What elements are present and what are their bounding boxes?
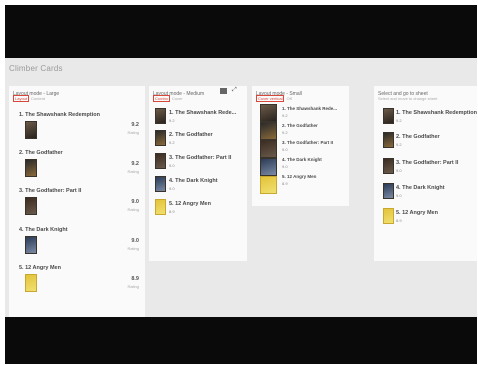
- rating-label: Rating: [127, 130, 139, 135]
- movie-title: 2. The Godfather: [169, 132, 213, 138]
- movie-poster: [383, 183, 394, 199]
- movie-rating: 9.2: [396, 118, 402, 123]
- movie-poster: [155, 108, 166, 124]
- movie-title: 2. The Godfather: [282, 123, 318, 128]
- movie-poster: [260, 122, 277, 140]
- panel-subtitle: Combo Cover: [153, 95, 183, 102]
- rating-label: Rating: [127, 207, 139, 212]
- highlighted-tag: Layout: [13, 95, 30, 102]
- movie-poster: [383, 108, 394, 124]
- rating-label: Rating: [127, 169, 139, 174]
- movie-title: 1. The Shawshank Rede...: [282, 106, 338, 111]
- movie-poster: [155, 199, 166, 215]
- movie-title: 5. 12 Angry Men: [169, 201, 211, 207]
- app-canvas: Climber Cards Layout mode - Large Layout…: [5, 58, 477, 317]
- movie-rating: 9.0: [169, 163, 175, 168]
- expand-icon[interactable]: ⤢: [232, 87, 237, 94]
- subtitle-text: Off: [286, 96, 292, 101]
- panel-subtitle: Cover vertical Off: [256, 95, 292, 102]
- movie-poster: [383, 208, 394, 224]
- movie-title: 4. The Dark Knight: [169, 178, 218, 184]
- panel-subtitle: Select and move to change sheet: [378, 96, 438, 101]
- subtitle-text: Cover: [171, 96, 183, 101]
- movie-title: 1. The Shawshank Redemption: [396, 110, 477, 116]
- movie-title: 1. The Shawshank Rede...: [169, 110, 237, 116]
- chart-icon[interactable]: [220, 88, 227, 94]
- movie-rating: 9.2: [282, 113, 288, 118]
- movie-title: 5. 12 Angry Men: [19, 265, 61, 271]
- movie-rating: 9.2: [169, 118, 175, 123]
- movie-rating: 9.0: [131, 238, 139, 244]
- movie-rating: 9.2: [396, 142, 402, 147]
- subtitle-text: Content: [31, 96, 46, 101]
- movie-poster: [25, 121, 37, 139]
- movie-title: 1. The Shawshank Redemption: [19, 112, 100, 118]
- movie-poster: [260, 104, 277, 122]
- movie-rating: 8.9: [131, 276, 139, 282]
- movie-rating: 9.0: [396, 193, 402, 198]
- movie-poster: [155, 176, 166, 192]
- movie-title: 5. 12 Angry Men: [282, 174, 317, 179]
- panel-subtitle: Layout Content: [13, 95, 46, 102]
- movie-title: 4. The Dark Knight: [396, 185, 445, 191]
- movie-rating: 9.0: [396, 168, 402, 173]
- movie-rating: 9.2: [169, 140, 175, 145]
- movie-title: 2. The Godfather: [19, 150, 63, 156]
- movie-title: 3. The Godfather: Part II: [282, 140, 334, 145]
- movie-title: 5. 12 Angry Men: [396, 210, 438, 216]
- movie-poster: [260, 140, 277, 158]
- app-title: Climber Cards: [9, 64, 63, 73]
- rating-label: Rating: [127, 284, 139, 289]
- panel-sheet[interactable]: Select and go to sheet Select and move t…: [374, 86, 477, 261]
- movie-poster: [25, 197, 37, 215]
- movie-poster: [155, 153, 166, 169]
- movie-rating: 9.2: [131, 122, 139, 128]
- movie-rating: 9.0: [282, 164, 288, 169]
- panel-medium[interactable]: Layout mode - Medium ⤢ Combo Cover 1. The…: [149, 86, 247, 261]
- movie-poster: [25, 274, 37, 292]
- movie-rating: 9.0: [282, 147, 288, 152]
- movie-poster: [383, 158, 394, 174]
- movie-rating: 8.9: [396, 218, 402, 223]
- panel-large[interactable]: Layout mode - Large Layout Content 1. The…: [9, 86, 145, 317]
- movie-title: 3. The Godfather: Part II: [19, 188, 82, 194]
- movie-title: 4. The Dark Knight: [19, 227, 68, 233]
- movie-title: 3. The Godfather: Part II: [396, 160, 459, 166]
- movie-poster: [383, 132, 394, 148]
- movie-rating: 9.0: [169, 186, 175, 191]
- movie-rating: 8.9: [169, 209, 175, 214]
- rating-label: Rating: [127, 246, 139, 251]
- movie-rating: 9.0: [131, 199, 139, 205]
- movie-poster: [25, 159, 37, 177]
- movie-poster: [260, 176, 277, 194]
- panel-small[interactable]: Layout mode - Small Cover vertical Off 1.…: [252, 86, 349, 206]
- highlighted-tag: Cover vertical: [256, 95, 285, 102]
- video-frame: Climber Cards Layout mode - Large Layout…: [5, 5, 477, 364]
- highlighted-tag: Combo: [153, 95, 170, 102]
- movie-poster: [25, 236, 37, 254]
- movie-title: 3. The Godfather: Part II: [169, 155, 232, 161]
- movie-poster: [260, 158, 277, 176]
- movie-title: 4. The Dark Knight: [282, 157, 322, 162]
- movie-rating: 9.2: [282, 130, 288, 135]
- movie-title: 2. The Godfather: [396, 134, 440, 140]
- movie-rating: 9.2: [131, 161, 139, 167]
- movie-rating: 8.9: [282, 181, 288, 186]
- movie-poster: [155, 130, 166, 146]
